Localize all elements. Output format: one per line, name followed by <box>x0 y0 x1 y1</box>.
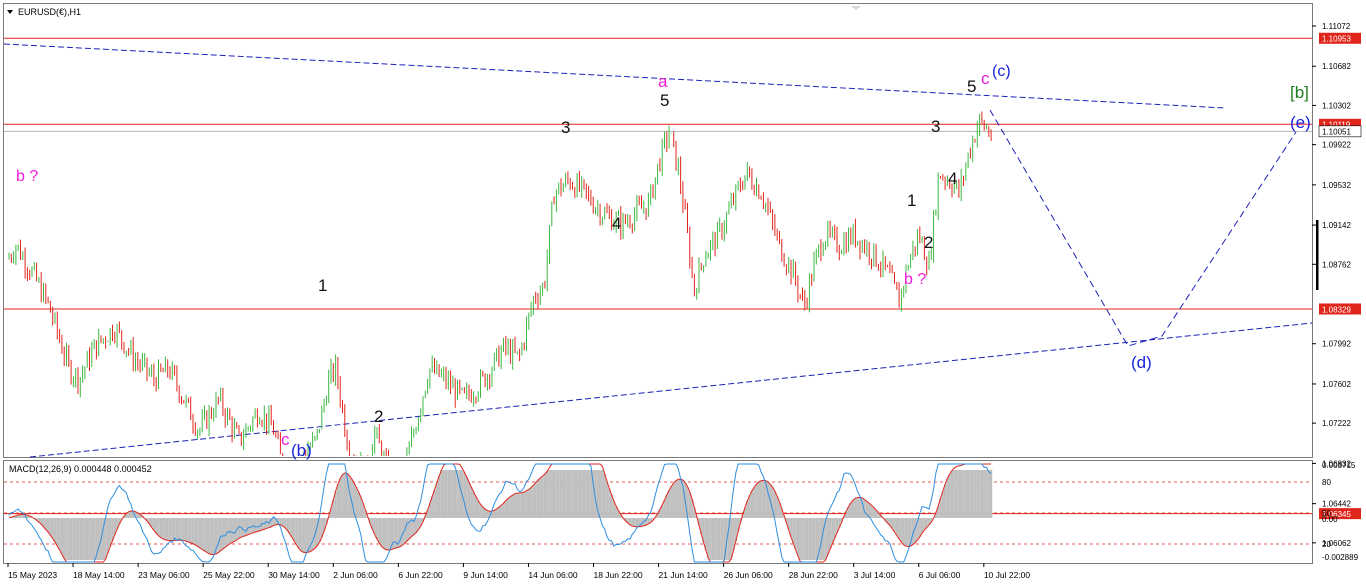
y-tick-label: 1.11072 <box>1322 22 1351 31</box>
y-tick-label: 1.10682 <box>1322 62 1351 71</box>
y-tick-label: 1.09532 <box>1322 181 1351 190</box>
y-tick-label: 1.07602 <box>1322 380 1351 389</box>
x-tick-label: 30 May 14:00 <box>268 570 320 580</box>
y-tick-label: 1.09142 <box>1322 221 1351 230</box>
x-tick-label: 14 Jun 06:00 <box>528 570 577 580</box>
wave-label: 5 <box>967 77 976 96</box>
wave-label: (c) <box>992 63 1011 80</box>
price-level-label: 1.10953 <box>1322 35 1351 44</box>
macd-axis-label: 0.003715 <box>1322 461 1356 470</box>
wave-label: (d) <box>1131 353 1152 372</box>
x-tick-label: 26 Jun 06:00 <box>724 570 773 580</box>
x-tick-label: 23 May 06:00 <box>138 570 190 580</box>
x-tick-label: 18 Jun 22:00 <box>593 570 642 580</box>
macd-axis-label: 20 <box>1322 540 1331 549</box>
x-tick-label: 6 Jul 06:00 <box>919 570 961 580</box>
wave-label: 4 <box>948 169 957 188</box>
y-tick-label: 1.07222 <box>1322 419 1351 428</box>
wave-label: 1 <box>907 191 916 210</box>
x-tick-label: 3 Jul 14:00 <box>854 570 896 580</box>
price-level-label: 1.10051 <box>1322 128 1351 137</box>
wave-label: b ? <box>904 271 926 288</box>
scale-marker <box>1316 220 1319 290</box>
wave-label: 3 <box>931 117 940 136</box>
macd-axis-label: 0.00 <box>1322 515 1338 524</box>
x-tick-label: 21 Jun 14:00 <box>659 570 708 580</box>
x-tick-label: 28 Jun 22:00 <box>789 570 838 580</box>
price-level-label: 1.08329 <box>1322 305 1351 314</box>
x-tick-label: 2 Jun 06:00 <box>333 570 378 580</box>
macd-axis-label: 80 <box>1322 478 1331 487</box>
x-tick-label: 15 May 2023 <box>8 570 57 580</box>
x-tick-label: 25 May 22:00 <box>203 570 255 580</box>
wave-label: [b] <box>1290 83 1309 102</box>
wave-label: 2 <box>374 407 383 426</box>
wave-label: a <box>658 72 668 91</box>
wave-label: 3 <box>561 118 570 137</box>
x-tick-label: 6 Jun 22:00 <box>398 570 443 580</box>
wave-label: 5 <box>660 91 669 110</box>
wave-label: 1 <box>318 276 327 295</box>
y-tick-label: 1.10302 <box>1322 101 1351 110</box>
wave-label: c <box>281 430 290 449</box>
eurusd-chart-window[interactable]: 1.109531.101191.100511.083291.063451.110… <box>0 0 1366 588</box>
chart-title: EURUSD(€),H1 <box>18 7 81 17</box>
x-tick-label: 9 Jun 14:00 <box>463 570 508 580</box>
x-tick-label: 18 May 14:00 <box>73 570 125 580</box>
y-tick-label: 1.08762 <box>1322 260 1351 269</box>
wave-label: (e) <box>1290 113 1311 132</box>
y-tick-label: 1.09922 <box>1322 141 1351 150</box>
wave-label: 2 <box>924 233 933 252</box>
wave-label: (b) <box>291 441 312 460</box>
wave-label: b ? <box>16 168 38 185</box>
y-tick-label: 1.07992 <box>1322 340 1351 349</box>
x-tick-label: 10 Jul 22:00 <box>984 570 1031 580</box>
macd-title: MACD(12,26,9) 0.000448 0.000452 <box>9 464 152 474</box>
wave-label: c <box>981 69 990 88</box>
macd-axis-label: -0.002889 <box>1322 553 1359 562</box>
wave-label: 4 <box>612 214 621 233</box>
y-tick-label: 1.06442 <box>1322 500 1351 509</box>
